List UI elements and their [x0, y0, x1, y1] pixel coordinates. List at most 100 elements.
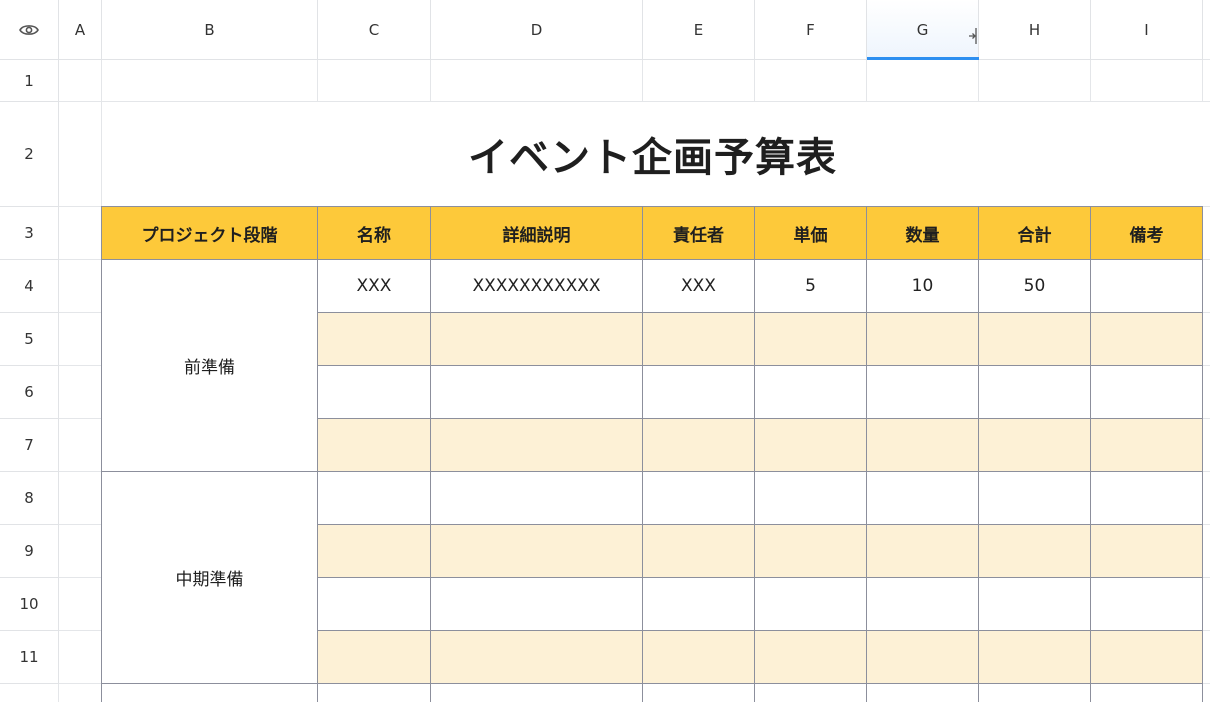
- table-data-cell[interactable]: [755, 631, 867, 684]
- table-header-cell[interactable]: 数量: [867, 207, 979, 260]
- table-data-cell[interactable]: [1091, 366, 1203, 419]
- row-header-10[interactable]: 10: [0, 578, 59, 631]
- table-data-cell[interactable]: [979, 472, 1091, 525]
- table-data-cell[interactable]: [318, 419, 431, 472]
- table-header-cell[interactable]: プロジェクト段階: [102, 207, 318, 260]
- column-header-c[interactable]: C: [318, 0, 431, 60]
- table-data-cell[interactable]: [1091, 525, 1203, 578]
- table-data-cell[interactable]: [318, 525, 431, 578]
- table-data-cell[interactable]: [755, 525, 867, 578]
- table-data-cell[interactable]: [431, 419, 643, 472]
- table-data-cell-partial[interactable]: [979, 684, 1091, 702]
- table-data-cell[interactable]: [643, 578, 755, 631]
- table-data-cell[interactable]: [643, 525, 755, 578]
- table-data-cell[interactable]: [867, 631, 979, 684]
- table-data-cell[interactable]: [867, 366, 979, 419]
- table-data-cell[interactable]: [643, 419, 755, 472]
- table-data-cell[interactable]: [643, 313, 755, 366]
- row-header-3[interactable]: 3: [0, 207, 59, 260]
- phase-label-cell[interactable]: 中期準備: [102, 472, 318, 684]
- column-header-b[interactable]: B: [102, 0, 318, 60]
- table-data-cell[interactable]: [867, 313, 979, 366]
- spreadsheet-grid: A B C D E F G H I 1 2 3 4 5 6 7 8 9 10 11 イベント企画予算表 プロジェクト段階名…: [0, 0, 1210, 702]
- table-data-cell[interactable]: [431, 631, 643, 684]
- row-header-6[interactable]: 6: [0, 366, 59, 419]
- table-data-cell[interactable]: [318, 472, 431, 525]
- table-data-cell[interactable]: [431, 313, 643, 366]
- column-header-e[interactable]: E: [643, 0, 755, 60]
- table-data-cell[interactable]: [979, 419, 1091, 472]
- row-header-9[interactable]: 9: [0, 525, 59, 578]
- table-data-cell[interactable]: [755, 578, 867, 631]
- table-data-cell[interactable]: [643, 472, 755, 525]
- row-header-8[interactable]: 8: [0, 472, 59, 525]
- table-header-cell[interactable]: 名称: [318, 207, 431, 260]
- table-data-cell[interactable]: [867, 525, 979, 578]
- phase-label-cell[interactable]: 前準備: [102, 260, 318, 472]
- table-data-cell-partial[interactable]: [431, 684, 643, 702]
- table-data-cell-partial[interactable]: [102, 684, 318, 702]
- table-data-cell-partial[interactable]: [755, 684, 867, 702]
- row-header-11[interactable]: 11: [0, 631, 59, 684]
- table-data-cell[interactable]: [643, 631, 755, 684]
- table-data-cell-partial[interactable]: [318, 684, 431, 702]
- table-data-cell[interactable]: 5: [755, 260, 867, 313]
- table-data-cell[interactable]: [867, 472, 979, 525]
- table-data-cell[interactable]: [1091, 578, 1203, 631]
- table-data-cell[interactable]: [1091, 631, 1203, 684]
- table-data-cell[interactable]: [318, 313, 431, 366]
- table-header-cell[interactable]: 合計: [979, 207, 1091, 260]
- table-data-cell[interactable]: [318, 366, 431, 419]
- table-data-cell[interactable]: [1091, 419, 1203, 472]
- table-data-cell-partial[interactable]: [867, 684, 979, 702]
- table-data-cell[interactable]: [755, 419, 867, 472]
- table-data-cell[interactable]: [979, 578, 1091, 631]
- column-header-h[interactable]: H: [979, 0, 1091, 60]
- table-data-cell[interactable]: [318, 631, 431, 684]
- table-data-cell[interactable]: [755, 313, 867, 366]
- table-data-cell[interactable]: [979, 366, 1091, 419]
- table-data-cell[interactable]: [1091, 472, 1203, 525]
- table-data-cell[interactable]: [431, 472, 643, 525]
- table-data-cell[interactable]: [979, 313, 1091, 366]
- table-data-cell[interactable]: XXXXXXXXXXX: [431, 260, 643, 313]
- table-data-cell[interactable]: [431, 366, 643, 419]
- table-header-cell[interactable]: 詳細説明: [431, 207, 643, 260]
- table-data-cell[interactable]: [1091, 260, 1203, 313]
- eye-icon: [19, 23, 39, 37]
- table-data-cell[interactable]: [643, 366, 755, 419]
- table-header-cell[interactable]: 責任者: [643, 207, 755, 260]
- column-header-d[interactable]: D: [431, 0, 643, 60]
- table-data-cell[interactable]: 10: [867, 260, 979, 313]
- table-data-cell[interactable]: [867, 419, 979, 472]
- table-top-border: [101, 206, 1203, 207]
- table-data-cell[interactable]: [979, 525, 1091, 578]
- column-header-f[interactable]: F: [755, 0, 867, 60]
- row-header-1[interactable]: 1: [0, 60, 59, 102]
- select-all-corner[interactable]: [0, 0, 59, 60]
- column-header-g[interactable]: G: [867, 0, 979, 60]
- column-selection-indicator: [867, 57, 979, 60]
- table-data-cell[interactable]: [431, 578, 643, 631]
- table-data-cell[interactable]: [979, 631, 1091, 684]
- table-data-cell[interactable]: [867, 578, 979, 631]
- table-data-cell[interactable]: [431, 525, 643, 578]
- table-data-cell[interactable]: 50: [979, 260, 1091, 313]
- table-header-cell[interactable]: 備考: [1091, 207, 1203, 260]
- row-header-2[interactable]: 2: [0, 102, 59, 207]
- table-data-cell-partial[interactable]: [1091, 684, 1203, 702]
- table-data-cell[interactable]: [318, 578, 431, 631]
- table-data-cell[interactable]: [1091, 313, 1203, 366]
- table-title[interactable]: イベント企画予算表: [102, 102, 1203, 206]
- column-header-i[interactable]: I: [1091, 0, 1203, 60]
- table-data-cell[interactable]: [755, 472, 867, 525]
- table-header-cell[interactable]: 単価: [755, 207, 867, 260]
- table-data-cell[interactable]: XXX: [318, 260, 431, 313]
- table-data-cell-partial[interactable]: [643, 684, 755, 702]
- row-header-4[interactable]: 4: [0, 260, 59, 313]
- row-header-5[interactable]: 5: [0, 313, 59, 366]
- column-header-a[interactable]: A: [59, 0, 102, 60]
- table-data-cell[interactable]: [755, 366, 867, 419]
- row-header-7[interactable]: 7: [0, 419, 59, 472]
- table-data-cell[interactable]: XXX: [643, 260, 755, 313]
